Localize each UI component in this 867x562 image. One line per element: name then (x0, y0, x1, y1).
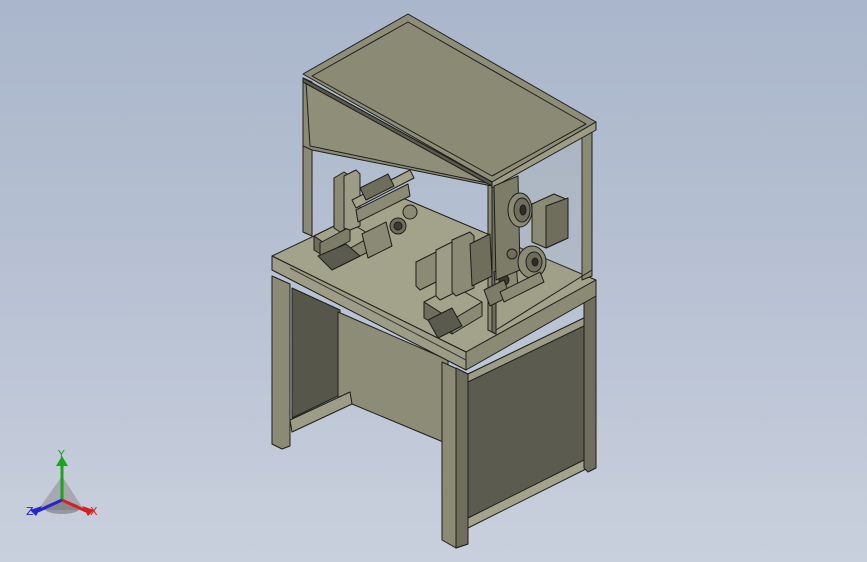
orientation-triad[interactable]: Y X Z (22, 448, 104, 528)
z-axis-label: Z (26, 505, 34, 518)
leg-front-right (583, 295, 597, 473)
left-side-opening (291, 287, 341, 419)
cad-viewport[interactable]: Y X Z (0, 0, 867, 562)
leg-front-left-face (455, 367, 469, 549)
leg-back-left (271, 275, 291, 450)
workbench-3d-model[interactable] (0, 0, 867, 562)
x-axis-label: X (90, 505, 98, 518)
y-axis-label: Y (57, 448, 65, 461)
